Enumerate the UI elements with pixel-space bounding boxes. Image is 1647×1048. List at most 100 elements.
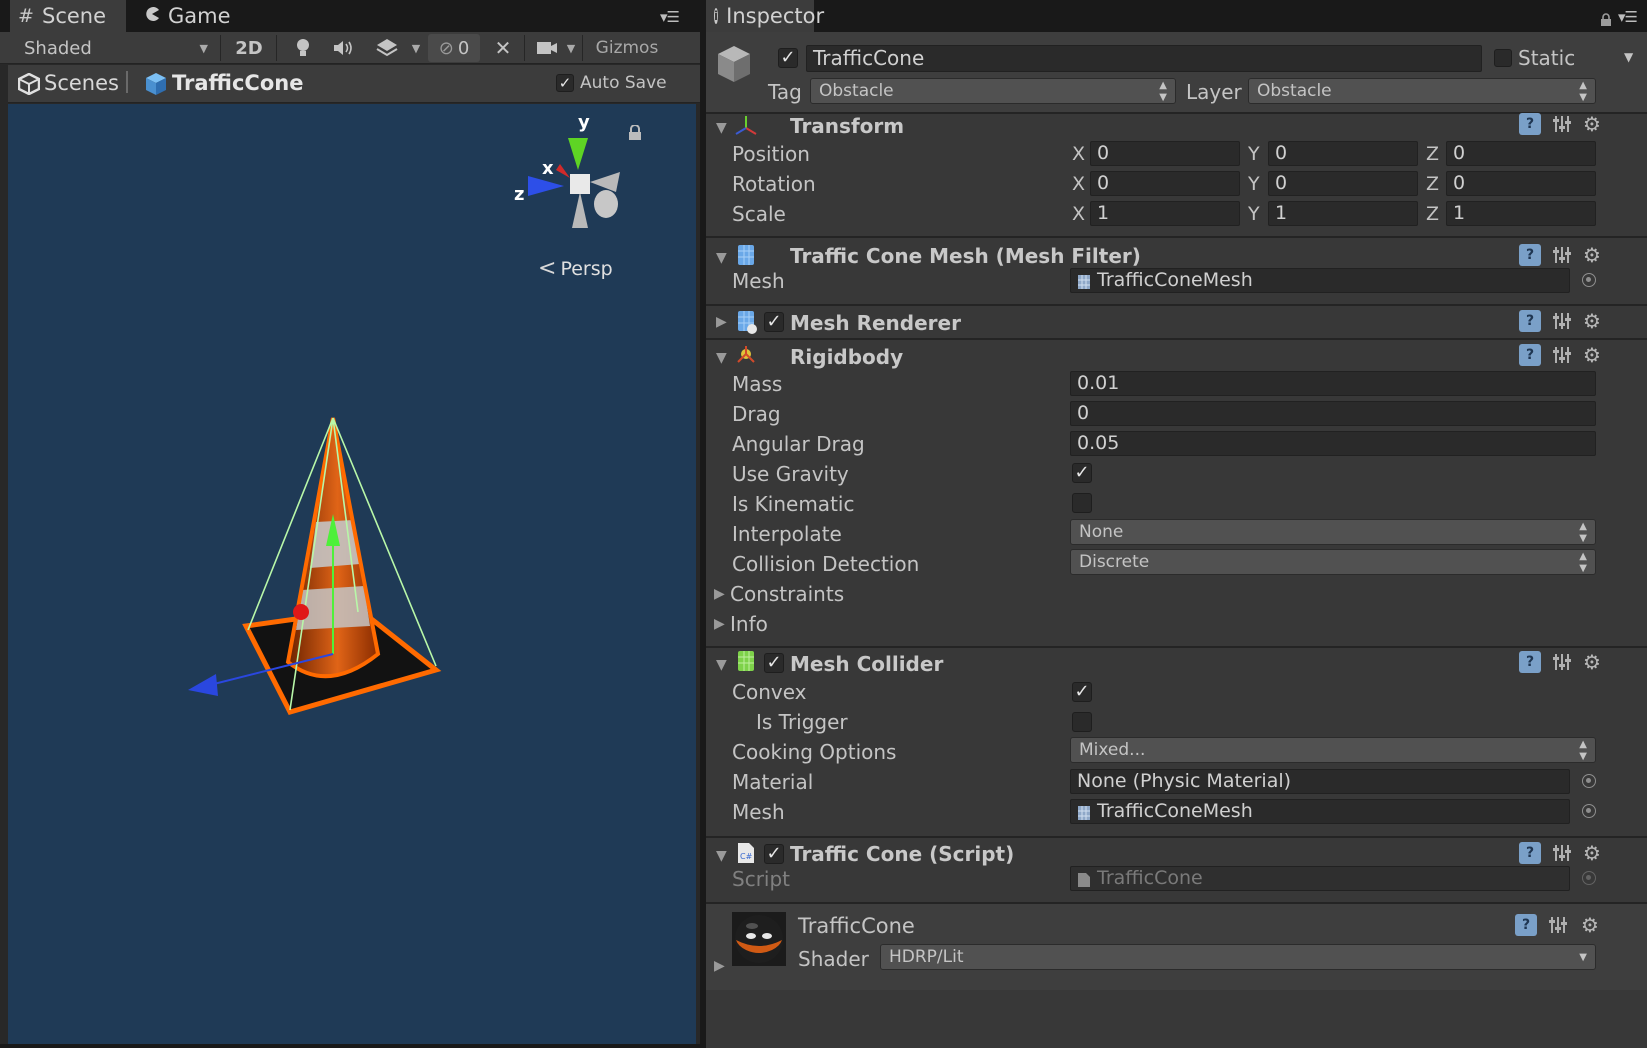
gear-icon[interactable]: ⚙	[1580, 309, 1604, 333]
shading-mode-dropdown[interactable]: Shaded ▼	[14, 34, 214, 62]
rotation-x-field[interactable]: 0	[1090, 171, 1240, 196]
lighting-toggle-button[interactable]	[286, 34, 320, 62]
breadcrumb-scenes-link[interactable]: Scenes	[44, 71, 119, 95]
preset-sliders-icon[interactable]	[1550, 244, 1574, 266]
gear-icon[interactable]: ⚙	[1580, 343, 1604, 367]
angular-drag-field[interactable]: 0.05	[1070, 431, 1596, 456]
rotation-y-field[interactable]: 0	[1268, 171, 1418, 196]
scale-z-field[interactable]: 1	[1446, 201, 1596, 226]
rigidbody-title[interactable]: Rigidbody	[790, 345, 903, 369]
help-icon[interactable]: ?	[1514, 914, 1538, 936]
mesh-collider-enabled-checkbox[interactable]: ✓	[764, 653, 784, 673]
info-foldout-icon[interactable]: ▶	[714, 616, 725, 632]
gear-icon[interactable]: ⚙	[1580, 650, 1604, 674]
help-icon[interactable]: ?	[1518, 842, 1542, 864]
interpolate-dropdown[interactable]: None ▲ ▼	[1070, 519, 1596, 545]
foldout-arrow-icon[interactable]: ▼	[716, 120, 727, 136]
preset-sliders-icon[interactable]	[1550, 310, 1574, 332]
help-icon[interactable]: ?	[1518, 310, 1542, 332]
position-x-field[interactable]: 0	[1090, 141, 1240, 166]
script-component-title[interactable]: Traffic Cone (Script)	[790, 842, 1014, 866]
help-icon[interactable]: ?	[1518, 344, 1542, 366]
projection-toggle[interactable]: < Persp	[538, 256, 613, 281]
mesh-renderer-title[interactable]: Mesh Renderer	[790, 311, 961, 335]
tab-inspector[interactable]: i Inspector	[706, 0, 824, 32]
camera-settings-dropdown[interactable]: ▼	[564, 34, 578, 62]
panel-menu-icon[interactable]: ▾☰	[660, 8, 680, 26]
help-icon[interactable]: ?	[1518, 244, 1542, 266]
preset-sliders-icon[interactable]	[1550, 842, 1574, 864]
help-icon[interactable]: ?	[1518, 651, 1542, 673]
audio-toggle-button[interactable]	[326, 34, 360, 62]
mass-field[interactable]: 0.01	[1070, 371, 1596, 396]
foldout-arrow-icon[interactable]: ▼	[716, 657, 727, 673]
auto-save-checkbox[interactable]: ✓	[556, 74, 574, 92]
mesh-renderer-enabled-checkbox[interactable]: ✓	[764, 312, 784, 332]
tag-dropdown[interactable]: Obstacle ▲ ▼	[810, 78, 1176, 104]
material-foldout-icon[interactable]: ▶	[714, 958, 725, 974]
wrench-icon: ✕	[494, 36, 512, 60]
lock-icon[interactable]	[1600, 8, 1612, 32]
object-picker-icon[interactable]	[1582, 804, 1596, 818]
static-dropdown[interactable]: ▼	[1624, 50, 1633, 64]
script-enabled-checkbox[interactable]: ✓	[764, 844, 784, 864]
camera-settings-button[interactable]	[530, 34, 564, 62]
object-picker-icon[interactable]	[1582, 774, 1596, 788]
is-kinematic-checkbox[interactable]	[1072, 493, 1092, 513]
is-trigger-checkbox[interactable]	[1072, 712, 1092, 732]
object-picker-icon[interactable]	[1582, 273, 1596, 287]
foldout-arrow-icon[interactable]: ▶	[716, 314, 727, 330]
position-y-field[interactable]: 0	[1268, 141, 1418, 166]
gameobject-name-field[interactable]: TrafficCone	[806, 45, 1482, 72]
gameobject-active-checkbox[interactable]: ✓	[778, 48, 798, 68]
scale-x-field[interactable]: 1	[1090, 201, 1240, 226]
rotation-z-field[interactable]: 0	[1446, 171, 1596, 196]
gear-icon[interactable]: ⚙	[1580, 112, 1604, 136]
position-z-field[interactable]: 0	[1446, 141, 1596, 166]
gear-icon[interactable]: ⚙	[1580, 243, 1604, 267]
drag-field[interactable]: 0	[1070, 401, 1596, 426]
traffic-cone-model[interactable]	[168, 404, 458, 734]
effects-toggle-button[interactable]	[370, 34, 404, 62]
scene-viewport[interactable]: y x z < Persp	[8, 104, 696, 1044]
mesh-object-field[interactable]: TrafficConeMesh	[1070, 268, 1570, 293]
mesh-filter-title[interactable]: Traffic Cone Mesh (Mesh Filter)	[790, 244, 1141, 268]
effects-dropdown[interactable]: ▼	[408, 34, 424, 62]
gear-icon[interactable]: ⚙	[1580, 841, 1604, 865]
material-name[interactable]: TrafficCone	[798, 914, 915, 938]
constraints-foldout-icon[interactable]: ▶	[714, 586, 725, 602]
info-foldout[interactable]: Info	[730, 612, 768, 636]
mesh-collider-title[interactable]: Mesh Collider	[790, 652, 943, 676]
orientation-gizmo[interactable]: y x z	[498, 108, 638, 248]
collision-detection-dropdown[interactable]: Discrete ▲ ▼	[1070, 549, 1596, 575]
breadcrumb-current[interactable]: TrafficCone	[172, 71, 303, 95]
scale-y-field[interactable]: 1	[1268, 201, 1418, 226]
cooking-options-dropdown[interactable]: Mixed... ▲ ▼	[1070, 737, 1596, 763]
shader-dropdown[interactable]: HDRP/Lit ▼	[880, 944, 1596, 970]
gizmos-button[interactable]: Gizmos	[586, 34, 668, 62]
preset-sliders-icon[interactable]	[1550, 344, 1574, 366]
material-preview-sphere[interactable]	[732, 912, 786, 971]
foldout-arrow-icon[interactable]: ▼	[716, 350, 727, 366]
hidden-objects-toggle[interactable]: ⊘ 0	[428, 34, 480, 62]
collider-mesh-field[interactable]: TrafficConeMesh	[1070, 799, 1570, 824]
physic-material-field[interactable]: None (Physic Material)	[1070, 769, 1570, 794]
gear-icon[interactable]: ⚙	[1578, 913, 1602, 937]
transform-title[interactable]: Transform	[790, 114, 904, 138]
preset-sliders-icon[interactable]	[1550, 651, 1574, 673]
tab-scene[interactable]: # Scene	[10, 0, 126, 32]
toggle-2d-button[interactable]: 2D	[226, 34, 272, 62]
preset-sliders-icon[interactable]	[1546, 914, 1570, 936]
preset-sliders-icon[interactable]	[1550, 113, 1574, 135]
convex-checkbox[interactable]: ✓	[1072, 682, 1092, 702]
tab-game[interactable]: Game	[136, 0, 246, 32]
constraints-foldout[interactable]: Constraints	[730, 582, 844, 606]
static-checkbox[interactable]	[1494, 49, 1512, 67]
use-gravity-checkbox[interactable]: ✓	[1072, 463, 1092, 483]
tools-toggle-button[interactable]: ✕	[486, 34, 520, 62]
panel-menu-icon[interactable]: ▾☰	[1618, 8, 1638, 26]
layer-dropdown[interactable]: Obstacle ▲ ▼	[1248, 78, 1596, 104]
help-icon[interactable]: ?	[1518, 113, 1542, 135]
foldout-arrow-icon[interactable]: ▼	[716, 250, 727, 266]
foldout-arrow-icon[interactable]: ▼	[716, 848, 727, 864]
